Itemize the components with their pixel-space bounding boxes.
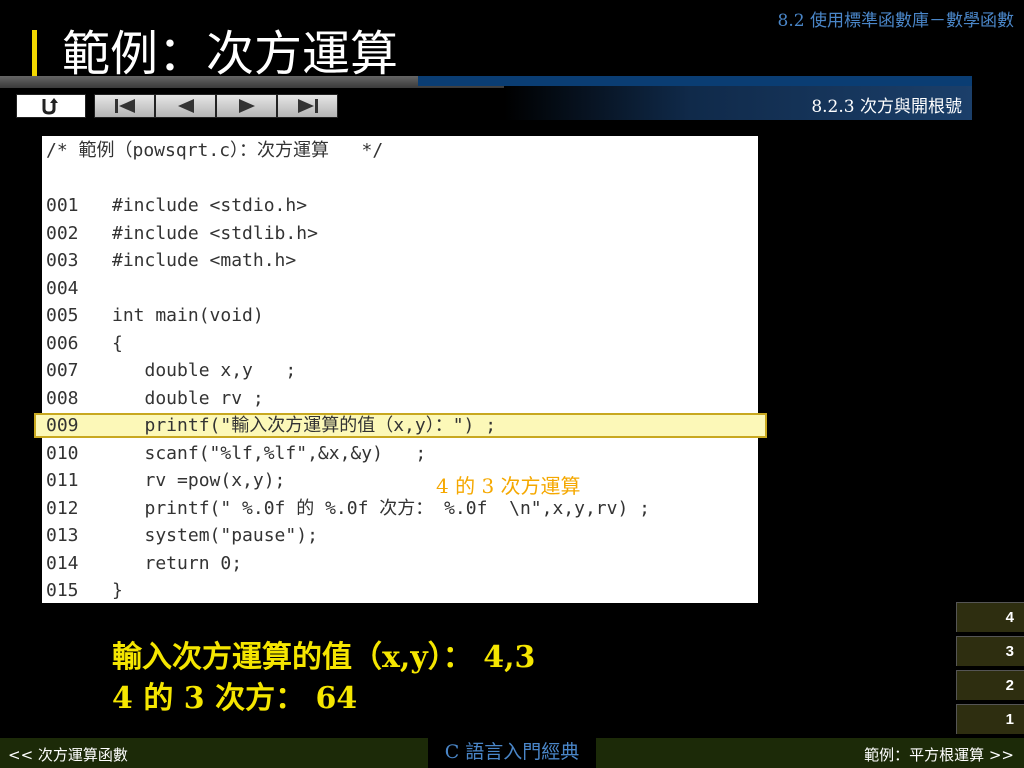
last-page-button[interactable]	[277, 94, 338, 118]
subsection-banner: 8.2.3 次方與開根號	[504, 86, 972, 120]
line-number: 006	[46, 332, 79, 354]
book-title: C 語言入門經典	[428, 738, 596, 768]
code-text: int main(void)	[112, 305, 264, 326]
program-output-line: 4 的 3 次方： 64	[112, 681, 358, 716]
line-number: 002	[46, 222, 79, 244]
code-text: double x,y ;	[112, 360, 297, 381]
footer-bar: << 次方運算函數 C 語言入門經典 範例：平方根運算 >>	[0, 738, 1024, 768]
previous-button[interactable]	[155, 94, 216, 118]
code-line: 007 double x,y ;	[46, 360, 296, 382]
page-button-4[interactable]: 4	[956, 602, 1024, 632]
code-line: 013 system("pause");	[46, 525, 318, 547]
page-button-2[interactable]: 2	[956, 670, 1024, 700]
line-number: 012	[46, 497, 79, 519]
last-page-icon	[297, 99, 318, 113]
first-page-icon	[114, 99, 135, 113]
first-page-button[interactable]	[94, 94, 155, 118]
code-text: rv =pow(x,y);	[112, 470, 286, 491]
code-line: 004	[46, 278, 112, 300]
code-text: printf(" %.0f 的 %.0f 次方： %.0f \n",x,y,rv…	[112, 497, 651, 519]
title-divider-accent	[418, 76, 972, 86]
code-line: 010 scanf("%lf,%lf",&x,&y) ;	[46, 443, 426, 465]
code-text: }	[112, 580, 123, 601]
previous-icon	[177, 99, 194, 113]
line-number: 004	[46, 277, 79, 299]
line-number: 005	[46, 305, 79, 326]
previous-topic-link[interactable]: << 次方運算函數	[8, 744, 128, 765]
line-number: 009	[46, 415, 79, 436]
line-number: 011	[46, 470, 79, 491]
next-topic-link[interactable]: 範例：平方根運算 >>	[864, 744, 1014, 765]
code-line: 008 double rv ;	[46, 388, 264, 410]
line-number: 010	[46, 442, 79, 464]
code-line: 009 printf("輸入次方運算的值（x,y）：") ;	[46, 415, 496, 437]
code-annotation: 4 的 3 次方運算	[436, 474, 581, 498]
slide-navigation	[16, 94, 338, 120]
code-text: #include <stdio.h>	[112, 195, 308, 216]
program-output-line: 輸入次方運算的值（x,y）： 4,3	[112, 640, 536, 675]
code-line: 011 rv =pow(x,y);	[46, 470, 285, 492]
code-text: {	[112, 332, 123, 354]
code-line: 005 int main(void)	[46, 305, 264, 327]
subsection-title: 8.2.3 次方與開根號	[811, 97, 962, 117]
code-line: 012 printf(" %.0f 的 %.0f 次方： %.0f \n",x,…	[46, 498, 650, 520]
page-button-3[interactable]: 3	[956, 636, 1024, 666]
next-icon	[238, 99, 255, 113]
line-number: 014	[46, 552, 79, 574]
page-button-1[interactable]: 1	[956, 704, 1024, 734]
code-text: double rv ;	[112, 387, 264, 409]
title-accent-bar	[32, 30, 37, 80]
line-number: 008	[46, 387, 79, 409]
line-number: 003	[46, 250, 79, 271]
line-number: 001	[46, 195, 79, 216]
line-number: 015	[46, 580, 79, 601]
line-number: 007	[46, 360, 79, 381]
code-text: #include <stdlib.h>	[112, 222, 318, 244]
code-text: scanf("%lf,%lf",&x,&y) ;	[112, 442, 427, 464]
code-text: return 0;	[112, 552, 243, 574]
home-button[interactable]	[16, 94, 86, 118]
chapter-heading: 8.2 使用標準函數庫－數學函數	[777, 11, 1014, 31]
code-line: 002 #include <stdlib.h>	[46, 223, 318, 245]
code-line: 001 #include <stdio.h>	[46, 195, 307, 217]
code-line: 003 #include <math.h>	[46, 250, 296, 272]
code-text: system("pause");	[112, 525, 318, 546]
code-text: printf("輸入次方運算的值（x,y）：") ;	[112, 415, 497, 436]
code-line: 014 return 0;	[46, 553, 242, 575]
line-number: 013	[46, 525, 79, 546]
next-button[interactable]	[216, 94, 277, 118]
code-line: 015}	[46, 580, 123, 602]
home-icon	[42, 98, 58, 115]
code-text: #include <math.h>	[112, 250, 297, 271]
code-line: 006 {	[46, 333, 123, 355]
code-header-comment: /* 範例（powsqrt.c）：次方運算 */	[46, 140, 384, 161]
